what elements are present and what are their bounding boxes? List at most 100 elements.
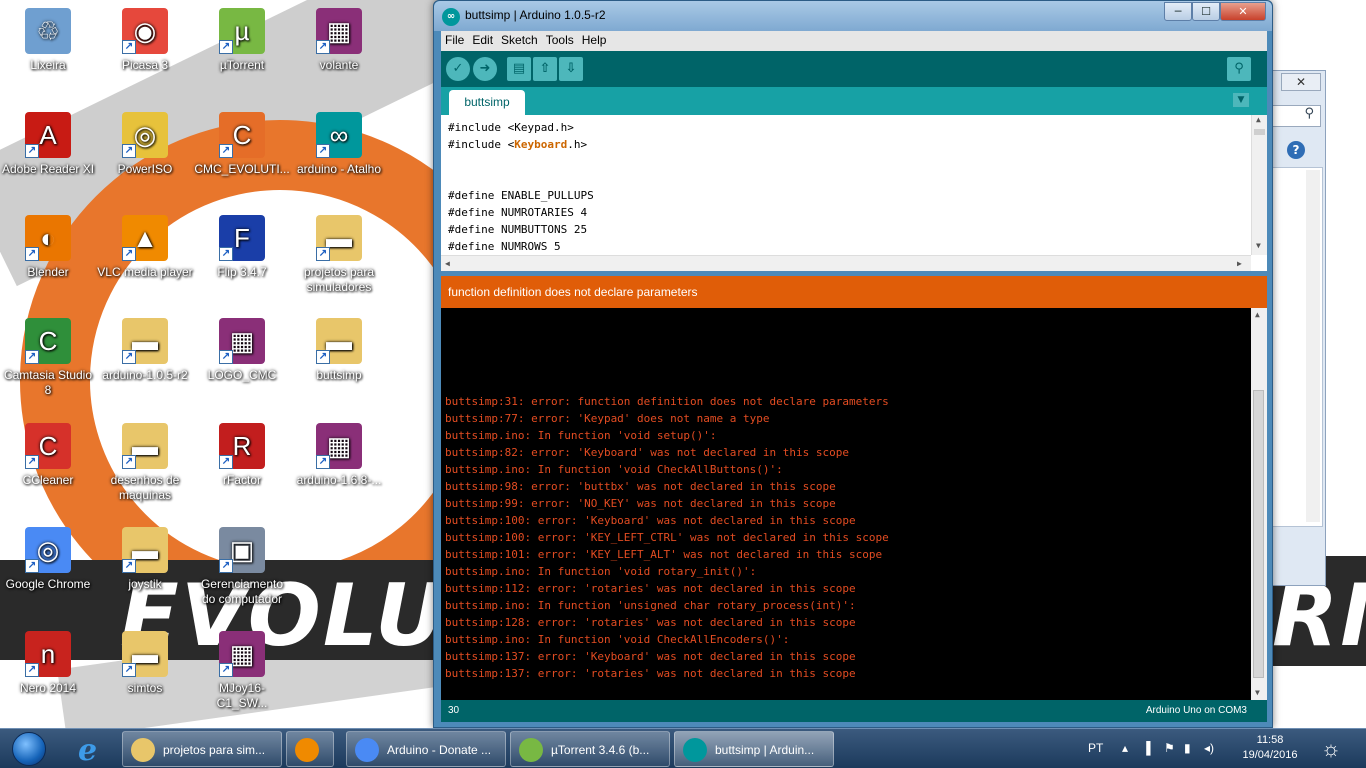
desktop-icon[interactable]: ▣ ↗ Gerenciamento do computador bbox=[192, 527, 292, 607]
code-text: #include <Keypad.h> bbox=[448, 121, 574, 134]
start-button[interactable] bbox=[4, 730, 54, 768]
power-icon[interactable]: ▮ bbox=[1184, 741, 1191, 755]
taskbar-task[interactable]: µTorrent 3.4.6 (b... bbox=[510, 731, 670, 767]
svg-text:e: e bbox=[78, 733, 97, 767]
menu-sketch[interactable]: Sketch bbox=[497, 31, 542, 49]
desktop-icon[interactable]: n ↗ Nero 2014 bbox=[0, 631, 98, 696]
taskbar-task[interactable]: Arduino - Donate ... bbox=[346, 731, 506, 767]
taskbar-task[interactable]: buttsimp | Arduin... bbox=[674, 731, 834, 767]
scrollbar[interactable] bbox=[1306, 170, 1320, 522]
desktop-icon[interactable]: A ↗ Adobe Reader XI bbox=[0, 112, 98, 177]
desktop-icon[interactable]: ▦ ↗ arduino-1.6.8-... bbox=[289, 423, 389, 488]
shortcut-arrow-icon: ↗ bbox=[219, 663, 233, 677]
upload-button[interactable]: ➜ bbox=[473, 57, 497, 81]
console-line: buttsimp:77: error: 'Keypad' does not na… bbox=[445, 412, 770, 425]
desktop-icon[interactable]: ∞ ↗ arduino - Atalho bbox=[289, 112, 389, 177]
show-hidden-icons-icon[interactable]: ▴ bbox=[1122, 741, 1128, 755]
desktop-icon[interactable]: ◎ ↗ Google Chrome bbox=[0, 527, 98, 592]
console-vertical-scrollbar[interactable]: ▲ ▼ bbox=[1251, 308, 1267, 700]
menu-file[interactable]: File bbox=[441, 31, 468, 49]
volume-icon[interactable]: ◂) bbox=[1204, 741, 1214, 755]
verify-button[interactable]: ✓ bbox=[446, 57, 470, 81]
code-area[interactable]: #include <Keypad.h> #include <Keyboard.h>… bbox=[448, 119, 1238, 255]
folder-icon bbox=[131, 738, 155, 762]
desktop-icon[interactable]: ▬ ↗ buttsimp bbox=[289, 318, 389, 383]
desktop-icon[interactable]: ▬ ↗ simtos bbox=[95, 631, 195, 696]
desktop-icon[interactable]: ◉ ↗ Picasa 3 bbox=[95, 8, 195, 73]
scroll-up-arrow-icon[interactable]: ▲ bbox=[1256, 115, 1261, 124]
chrome-icon: ◎ ↗ bbox=[25, 527, 71, 573]
scroll-down-arrow-icon[interactable]: ▼ bbox=[1256, 241, 1261, 250]
desktop-icon[interactable]: R ↗ rFactor bbox=[192, 423, 292, 488]
desktop-icon[interactable]: ▬ ↗ arduino-1.0.5-r2 bbox=[95, 318, 195, 383]
tab-buttsimp[interactable]: buttsimp bbox=[449, 90, 525, 115]
scroll-up-arrow-icon[interactable]: ▲ bbox=[1255, 310, 1260, 319]
vlc-icon: ▲ ↗ bbox=[122, 215, 168, 261]
desktop-icon-label: Google Chrome bbox=[5, 577, 91, 591]
scroll-down-arrow-icon[interactable]: ▼ bbox=[1255, 688, 1260, 697]
search-icon[interactable]: ⚲ bbox=[1271, 105, 1321, 127]
editor-horizontal-scrollbar[interactable]: ◀ ▶ bbox=[441, 255, 1251, 271]
tab-bar: buttsimp ▼ bbox=[441, 87, 1267, 115]
close-button[interactable]: ✕ bbox=[1220, 2, 1266, 21]
desktop-icon[interactable]: ◎ ↗ PowerISO bbox=[95, 112, 195, 177]
shortcut-arrow-icon: ↗ bbox=[316, 247, 330, 261]
code-editor[interactable]: #include <Keypad.h> #include <Keyboard.h>… bbox=[441, 115, 1267, 271]
console-line: buttsimp:137: error: 'rotaries' was not … bbox=[445, 667, 856, 680]
taskbar-task-label: Arduino - Donate ... bbox=[387, 743, 492, 757]
title-bar[interactable]: ∞ buttsimp | Arduino 1.0.5-r2 ─ ☐ ✕ bbox=[434, 1, 1272, 31]
desktop-icon[interactable]: ▦ ↗ volante bbox=[289, 8, 389, 73]
code-text: #define NUMROWS 5 bbox=[448, 240, 561, 253]
code-line: #include <Keypad.h> bbox=[448, 119, 1238, 136]
desktop-icon[interactable]: C ↗ CCleaner bbox=[0, 423, 98, 488]
shortcut-arrow-icon: ↗ bbox=[122, 559, 136, 573]
console-line: buttsimp:82: error: 'Keyboard' was not d… bbox=[445, 446, 849, 459]
folder-icon: ▬ ↗ bbox=[122, 423, 168, 469]
new-button[interactable]: ▤ bbox=[507, 57, 531, 81]
desktop-icon[interactable]: ▬ ↗ joystik bbox=[95, 527, 195, 592]
scroll-left-arrow-icon[interactable]: ◀ bbox=[445, 259, 450, 268]
network-icon[interactable]: ▐ bbox=[1142, 741, 1151, 755]
tab-menu-button[interactable]: ▼ bbox=[1233, 93, 1249, 107]
desktop-icon-label: Camtasia Studio 8 bbox=[3, 368, 93, 397]
action-flag-icon[interactable]: ⚑ bbox=[1164, 741, 1175, 755]
desktop-icon[interactable]: ▬ ↗ projetos para simuladores bbox=[289, 215, 389, 295]
action-center-icon[interactable]: ☼ bbox=[1316, 733, 1346, 765]
desktop-icon[interactable]: ▬ ↗ desenhos de maquinas bbox=[95, 423, 195, 503]
taskbar-task-label: projetos para sim... bbox=[163, 743, 266, 757]
scrollbar-thumb[interactable] bbox=[1254, 129, 1265, 135]
internet-explorer-button[interactable]: e bbox=[64, 731, 118, 768]
desktop-icon[interactable]: ♲ Lixeira bbox=[0, 8, 98, 73]
taskbar-task[interactable]: projetos para sim... bbox=[122, 731, 282, 767]
help-icon[interactable]: ? bbox=[1287, 141, 1305, 159]
close-button[interactable]: ✕ bbox=[1281, 73, 1321, 91]
minimize-button[interactable]: ─ bbox=[1164, 2, 1192, 21]
maximize-button[interactable]: ☐ bbox=[1192, 2, 1220, 21]
desktop-icon[interactable]: C ↗ CMC_EVOLUTI... bbox=[192, 112, 292, 177]
console-output[interactable]: buttsimp:31: error: function definition … bbox=[441, 308, 1267, 700]
desktop-icon[interactable]: C ↗ Camtasia Studio 8 bbox=[0, 318, 98, 398]
open-button[interactable]: ⇧ bbox=[533, 57, 557, 81]
desktop-icon[interactable]: ◐ ↗ Blender bbox=[0, 215, 98, 280]
desktop-icon[interactable]: ▲ ↗ VLC media player bbox=[95, 215, 195, 280]
taskbar-task[interactable] bbox=[286, 731, 334, 767]
desktop-icon[interactable]: F ↗ Flip 3.4.7 bbox=[192, 215, 292, 280]
desktop-icon[interactable]: ▦ ↗ MJoy16-C1_SW... bbox=[192, 631, 292, 711]
cmc-icon: C ↗ bbox=[219, 112, 265, 158]
scrollbar-thumb[interactable] bbox=[1253, 390, 1264, 678]
menu-help[interactable]: Help bbox=[578, 31, 611, 49]
editor-vertical-scrollbar[interactable]: ▲ ▼ bbox=[1251, 115, 1267, 255]
menu-edit[interactable]: Edit bbox=[468, 31, 497, 49]
clock[interactable]: 11:58 19/04/2016 bbox=[1240, 733, 1300, 763]
desktop-icon[interactable]: ▦ ↗ LOGO_CMC bbox=[192, 318, 292, 383]
shortcut-arrow-icon: ↗ bbox=[25, 350, 39, 364]
scroll-right-arrow-icon[interactable]: ▶ bbox=[1237, 259, 1242, 268]
save-button[interactable]: ⇩ bbox=[559, 57, 583, 81]
recycle-bin-icon: ♲ bbox=[25, 8, 71, 54]
board-port: Arduino Uno on COM3 bbox=[1145, 705, 1247, 716]
menu-tools[interactable]: Tools bbox=[542, 31, 578, 49]
language-indicator[interactable]: PT bbox=[1088, 741, 1103, 755]
serial-monitor-button[interactable]: ⚲ bbox=[1227, 57, 1251, 81]
desktop-icon[interactable]: µ ↗ µTorrent bbox=[192, 8, 292, 73]
shortcut-arrow-icon: ↗ bbox=[25, 559, 39, 573]
